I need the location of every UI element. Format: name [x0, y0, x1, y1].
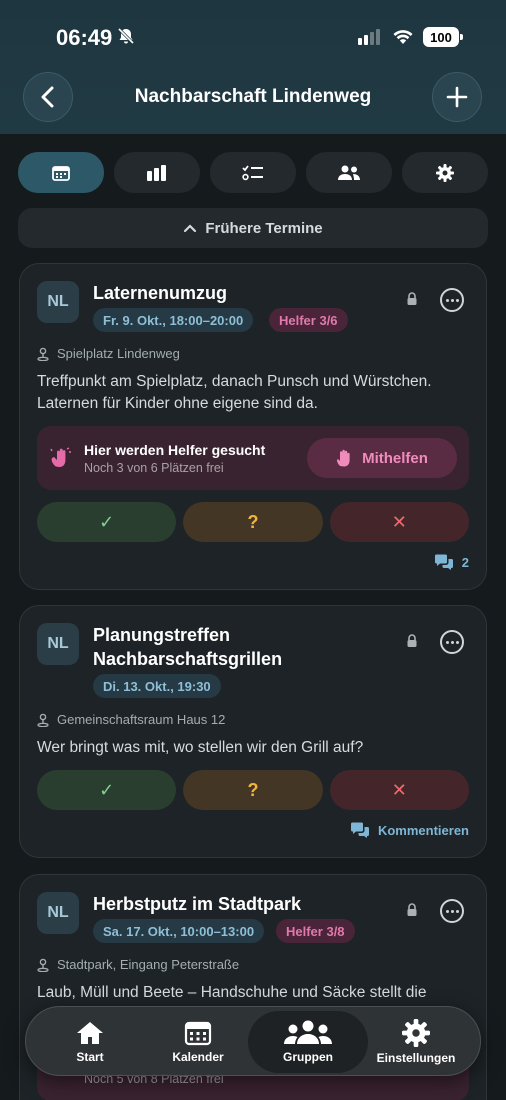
comments-icon [350, 822, 369, 838]
more-options-button[interactable] [440, 288, 464, 312]
rsvp-buttons: ✓ ? ✕ [37, 770, 469, 810]
lock-icon [407, 292, 417, 305]
header: 06:49 100 Nachbarschaft Lindenweg [0, 0, 506, 134]
home-icon [77, 1022, 103, 1044]
help-button[interactable]: Mithelfen [307, 438, 457, 478]
group-avatar: NL [37, 281, 79, 323]
plus-icon [446, 86, 468, 108]
tab-start[interactable]: Start [40, 1011, 140, 1073]
event-card[interactable]: NL Planungstreffen Nachbarschaftsgrillen… [19, 605, 487, 858]
tab-kalender[interactable]: Kalender [148, 1011, 248, 1073]
earlier-events-button[interactable]: Frühere Termine [18, 208, 488, 248]
signal-icon [358, 29, 380, 45]
rsvp-no-button[interactable]: ✕ [329, 770, 469, 810]
tab-start-label: Start [76, 1050, 104, 1064]
checklist-icon [242, 164, 263, 180]
tab-checklist[interactable] [210, 152, 296, 193]
help-button-label: Mithelfen [362, 449, 428, 467]
event-description: Treffpunkt am Spielplatz, danach Punsch … [37, 373, 432, 412]
tab-gruppen-label: Gruppen [283, 1050, 333, 1064]
rsvp-buttons: ✓ ? ✕ [37, 502, 469, 542]
calendar-icon [184, 1021, 212, 1046]
wifi-icon [393, 30, 413, 44]
lock-icon [407, 903, 417, 916]
tab-members[interactable] [306, 152, 392, 193]
tab-calendar[interactable] [18, 152, 104, 193]
event-location-label: Stadtpark, Eingang Peterstraße [57, 957, 240, 972]
view-switcher [18, 152, 488, 193]
event-title-line: Nachbarschaftsgrillen [93, 649, 283, 669]
earlier-events-label: Frühere Termine [205, 219, 323, 237]
event-location: Spielplatz Lindenweg [37, 346, 180, 361]
tab-stats[interactable] [114, 152, 200, 193]
rsvp-yes-button[interactable]: ✓ [37, 502, 177, 542]
members-icon [338, 165, 360, 180]
event-location-label: Gemeinschaftsraum Haus 12 [57, 712, 226, 727]
tab-kalender-label: Kalender [172, 1050, 224, 1064]
event-location-label: Spielplatz Lindenweg [57, 346, 180, 361]
event-description: Wer bringt was mit, wo stellen wir den G… [37, 739, 364, 756]
calendar-icon [52, 165, 70, 181]
helper-subtitle: Noch 3 von 6 Plätzen frei [84, 461, 224, 475]
tab-einstellungen[interactable]: Einstellungen [366, 1011, 466, 1073]
pin-icon [37, 347, 49, 361]
lock-icon [407, 634, 417, 647]
comments-button[interactable]: 2 [434, 554, 469, 570]
chevron-left-icon [41, 86, 54, 108]
event-date-chip: Sa. 17. Okt., 10:00–13:00 [93, 919, 265, 943]
bottom-tab-bar: Start Kalender Gruppen Einstellungen [25, 1006, 481, 1076]
group-icon [284, 1020, 332, 1044]
pin-icon [37, 713, 49, 727]
helper-badge: Helfer 3/6 [269, 308, 348, 332]
bar-chart-icon [147, 164, 166, 181]
bell-muted-icon [117, 27, 135, 45]
more-options-button[interactable] [440, 630, 464, 654]
event-location: Stadtpark, Eingang Peterstraße [37, 957, 239, 972]
rsvp-maybe-button[interactable]: ? [183, 502, 323, 542]
pin-icon [37, 958, 49, 972]
event-card[interactable]: NL Laternenumzug Fr. 9. Okt., 18:00–20:0… [19, 263, 487, 590]
helper-badge: Helfer 3/8 [276, 919, 355, 943]
gear-icon [402, 1019, 430, 1047]
add-button[interactable] [432, 72, 482, 122]
tab-gruppen[interactable]: Gruppen [248, 1011, 368, 1073]
comment-count: 2 [461, 554, 469, 570]
helper-request-box: Hier werden Helfer gesucht Noch 3 von 6 … [37, 426, 469, 490]
comment-label: Kommentieren [377, 822, 469, 838]
rsvp-yes-button[interactable]: ✓ [37, 770, 177, 810]
more-options-button[interactable] [440, 899, 464, 923]
group-avatar: NL [37, 892, 79, 934]
event-description: Laub, Müll und Beete – Handschuhe und Sä… [37, 984, 427, 1001]
comment-button[interactable]: Kommentieren [350, 822, 469, 838]
event-title: Planungstreffen Nachbarschaftsgrillen [93, 623, 282, 671]
event-title: Laternenumzug [93, 283, 228, 303]
event-date-chip: Di. 13. Okt., 19:30 [93, 674, 221, 698]
tab-settings[interactable] [402, 152, 488, 193]
back-button[interactable] [23, 72, 73, 122]
chevron-up-icon [184, 224, 197, 233]
tab-einstellungen-label: Einstellungen [376, 1051, 456, 1065]
page-title: Nachbarschaft Lindenweg [134, 86, 372, 107]
helper-title: Hier werden Helfer gesucht [84, 442, 266, 458]
event-title-line: Planungstreffen [93, 625, 231, 645]
event-title: Herbstputz im Stadtpark [93, 894, 302, 914]
battery-indicator: 100 [423, 27, 463, 47]
comments-icon [434, 554, 453, 570]
hand-icon [337, 449, 350, 467]
status-bar: 06:49 100 [0, 0, 506, 70]
event-date-chip: Fr. 9. Okt., 18:00–20:00 [93, 308, 254, 332]
waving-hands-icon [50, 447, 71, 467]
rsvp-maybe-button[interactable]: ? [183, 770, 323, 810]
status-time: 06:49 [56, 25, 113, 50]
group-avatar: NL [37, 623, 79, 665]
gear-icon [436, 163, 454, 182]
event-location: Gemeinschaftsraum Haus 12 [37, 712, 225, 727]
rsvp-no-button[interactable]: ✕ [329, 502, 469, 542]
